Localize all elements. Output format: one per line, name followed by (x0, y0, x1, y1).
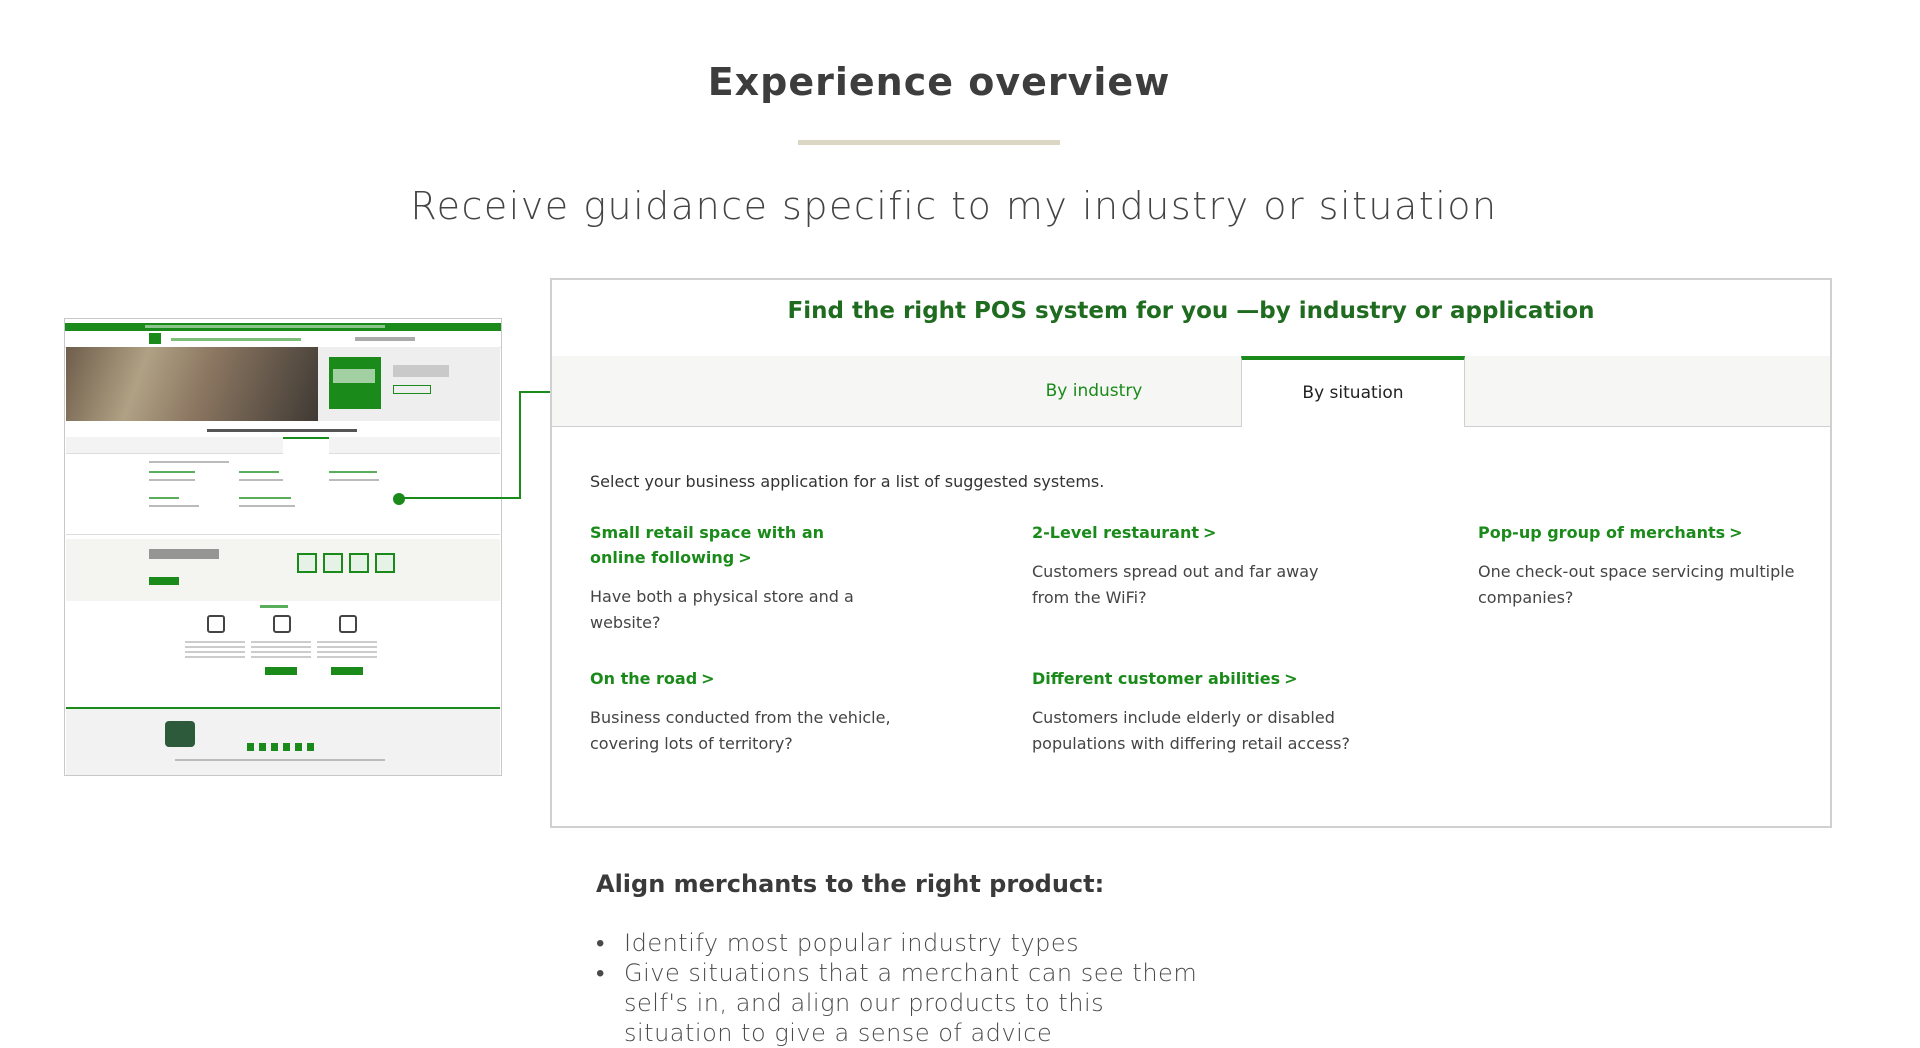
thumb-logo (149, 333, 161, 344)
situation-link[interactable]: Pop-up group of merchants > (1478, 520, 1798, 545)
thumb-focus-dot (393, 493, 405, 505)
situation-desc: Customers spread out and far away from t… (1032, 562, 1319, 607)
chevron-right-icon: > (1729, 523, 1743, 542)
chevron-right-icon: > (1202, 523, 1217, 542)
situation-item: On the road > Business conducted from the… (590, 666, 910, 757)
thumb-promo-band (66, 539, 500, 601)
chevron-right-icon: > (1284, 669, 1298, 688)
panel-intro: Select your business application for a l… (590, 472, 1105, 491)
situation-item: Different customer abilities > Customers … (1032, 666, 1352, 757)
chevron-right-icon: > (738, 548, 752, 567)
situation-link[interactable]: Different customer abilities > (1032, 666, 1352, 691)
notes-bullet: Identify most popular industry types (596, 928, 1216, 958)
situation-desc: Business conducted from the vehicle, cov… (590, 708, 891, 753)
pos-finder-panel: Find the right POS system for you —by in… (550, 278, 1832, 828)
page-thumbnail (64, 318, 502, 776)
situation-item: 2-Level restaurant > Customers spread out… (1032, 520, 1352, 611)
tab-bar: By industry By situation (552, 356, 1830, 427)
chevron-right-icon: > (701, 669, 715, 688)
situation-link[interactable]: On the road > (590, 666, 910, 691)
tab-by-industry[interactable]: By industry (992, 356, 1196, 426)
panel-title: Find the right POS system for you —by in… (787, 298, 1595, 324)
notes-list: Identify most popular industry types Giv… (596, 928, 1216, 1048)
thumb-hero-photo (66, 347, 318, 421)
situation-item: Pop-up group of merchants > One check-out… (1478, 520, 1798, 611)
situation-item: Small retail space with an online follow… (590, 520, 860, 636)
tab-by-situation[interactable]: By situation (1241, 356, 1465, 427)
page-heading: Experience overview (707, 60, 1171, 104)
situation-link[interactable]: Small retail space with an online follow… (590, 520, 860, 570)
notes-title: Align merchants to the right product: (596, 870, 1105, 898)
situation-link[interactable]: 2-Level restaurant > (1032, 520, 1352, 545)
thumb-body (66, 454, 500, 535)
thumb-chair-image (165, 721, 195, 747)
thumb-product-icons (297, 553, 397, 575)
situation-desc: Have both a physical store and a website… (590, 587, 854, 632)
page-subheading: Receive guidance specific to my industry… (410, 184, 1498, 228)
situation-desc: One check-out space servicing multiple c… (1478, 562, 1795, 607)
heading-divider (798, 140, 1060, 145)
thumb-footer (66, 707, 500, 775)
thumb-hero-card (329, 357, 381, 409)
situation-desc: Customers include elderly or disabled po… (1032, 708, 1350, 753)
notes-bullet: Give situations that a merchant can see … (596, 958, 1216, 1048)
